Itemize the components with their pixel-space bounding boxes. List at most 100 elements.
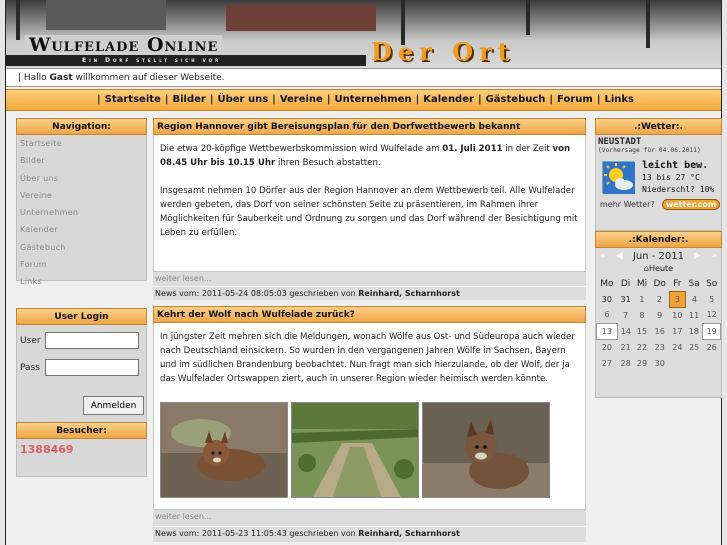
calendar-day[interactable]: 22: [634, 339, 650, 355]
read-more-link[interactable]: weiter lesen...: [153, 272, 586, 286]
photo-gallery: [160, 402, 579, 498]
prev-year-icon[interactable]: «: [600, 251, 606, 261]
calendar-month-bar: « ◀ Jun - 2011 ▶ »: [596, 248, 721, 264]
calendar-day[interactable]: 14: [617, 323, 634, 339]
sun-cloud-icon: [602, 161, 635, 194]
site-logo[interactable]: Wulfelade Online: [25, 35, 223, 55]
sidebar-item-unternehmen[interactable]: Unternehmen: [20, 208, 146, 225]
password-input[interactable]: [45, 359, 139, 376]
top-navigation: | Startseite | Bilder | Über uns | Vereine | Unte…: [6, 89, 721, 111]
calendar-day[interactable]: 30: [597, 291, 618, 307]
page-wrapper: Wulfelade Online Ein Dorf stellt sich vo…: [5, 0, 722, 545]
calendar-day[interactable]: 5: [703, 291, 721, 307]
next-month-icon[interactable]: ▶: [694, 251, 701, 261]
wetter-com-logo[interactable]: wetter.com: [662, 199, 720, 210]
article-title[interactable]: Region Hannover gibt Bereisungsplan für …: [153, 118, 586, 135]
calendar-month: Jun - 2011: [632, 250, 685, 262]
news-article: Kehrt der Wolf nach Wulfelade zurück? In…: [153, 306, 586, 542]
sidebar-item-startseite[interactable]: Startseite: [20, 139, 146, 156]
calendar-day[interactable]: 15: [634, 323, 650, 339]
calendar-day[interactable]: 28: [617, 355, 634, 371]
calendar-day[interactable]: 17: [669, 323, 685, 339]
calendar-day[interactable]: 20: [597, 339, 618, 355]
logo-secondary: Der Ort: [371, 37, 515, 66]
navigation-list: Startseite Bilder Über uns Vereine Unter…: [16, 135, 147, 286]
weather-forecast: leicht bew. 13 bis 27 °C Niederschl? 10%: [642, 160, 714, 196]
today-link[interactable]: ⌂Heute: [596, 264, 721, 276]
topnav-links[interactable]: Links: [604, 94, 634, 105]
house-silhouette: [46, 0, 166, 30]
topnav-forum[interactable]: Forum: [557, 94, 593, 105]
calendar-day[interactable]: 31: [617, 291, 634, 307]
weekday-header: Mo: [600, 279, 614, 289]
site-tagline: Ein Dorf stellt sich vor: [76, 56, 228, 65]
next-year-icon[interactable]: »: [711, 251, 717, 261]
calendar-day[interactable]: 18: [685, 323, 703, 339]
calendar-day[interactable]: 9: [650, 307, 669, 323]
pass-label: Pass: [20, 362, 40, 373]
topnav-bilder[interactable]: Bilder: [172, 94, 205, 105]
weekday-header: Di: [620, 279, 631, 289]
greeting-bar: | Hallo Gast willkommen auf dieser Webse…: [6, 68, 721, 87]
navigation-box: Navigation: Startseite Bilder Über uns V…: [16, 118, 147, 286]
sidebar-item-kalender[interactable]: Kalender: [20, 225, 146, 242]
sidebar-item-forum[interactable]: Forum: [20, 260, 146, 277]
calendar-day[interactable]: 12: [703, 307, 721, 323]
article-author: Reinhard, Scharnhorst: [358, 289, 460, 298]
sidebar-item-links[interactable]: Links: [20, 277, 146, 294]
weather-widget: NEUSTADT (Vorhersage für 04.06.2011) lei…: [595, 135, 722, 231]
login-button[interactable]: Anmelden: [83, 396, 144, 415]
calendar-day-event[interactable]: 13: [596, 322, 618, 340]
prev-month-icon[interactable]: ◀: [616, 251, 623, 261]
calendar-day[interactable]: 16: [650, 323, 669, 339]
sidebar-item-bilder[interactable]: Bilder: [20, 156, 146, 173]
read-more-link[interactable]: weiter lesen...: [153, 510, 586, 526]
calendar-day[interactable]: 29: [634, 355, 650, 371]
topnav-ueber-uns[interactable]: Über uns: [217, 94, 268, 105]
calendar-day-today[interactable]: 3: [668, 290, 686, 308]
calendar-day[interactable]: 4: [685, 291, 703, 307]
calendar-day[interactable]: 25: [685, 339, 703, 355]
tree-silhouette: [526, 0, 530, 35]
fox-pup-photo[interactable]: [422, 402, 550, 498]
tree-silhouette: [16, 0, 20, 40]
weather-temp: 13 bis 27 °C: [642, 173, 700, 182]
calendar-day[interactable]: 7: [617, 307, 634, 323]
weather-box: .:Wetter:. NEUSTADT (Vorhersage für 04.0…: [595, 118, 722, 231]
calendar-grid: Mo Di Mi Do Fr Sa So 30 31 1 2 3 4 5 6 7…: [596, 277, 721, 371]
weekday-header: Do: [653, 279, 666, 289]
calendar-widget: « ◀ Jun - 2011 ▶ » ⌂Heute Mo Di Mi Do Fr…: [595, 248, 722, 398]
topnav-kalender[interactable]: Kalender: [423, 94, 474, 105]
calendar-day: [669, 355, 685, 371]
wolf-track-photo[interactable]: [291, 402, 419, 498]
calendar-day[interactable]: 27: [597, 355, 618, 371]
topnav-startseite[interactable]: Startseite: [105, 94, 161, 105]
calendar-day[interactable]: 21: [617, 339, 634, 355]
article-meta: News vom: 2011-05-23 11:05:43 geschriebe…: [153, 526, 586, 542]
sidebar-item-ueber-uns[interactable]: Über uns: [20, 174, 146, 191]
sidebar-item-vereine[interactable]: Vereine: [20, 191, 146, 208]
calendar-day[interactable]: 26: [703, 339, 721, 355]
calendar-day: [703, 355, 721, 371]
wolf-pup-photo[interactable]: [160, 402, 288, 498]
article-author: Reinhard, Scharnhorst: [358, 529, 460, 538]
article-title[interactable]: Kehrt der Wolf nach Wulfelade zurück?: [153, 306, 586, 323]
calendar-day[interactable]: 10: [669, 307, 685, 323]
topnav-vereine[interactable]: Vereine: [280, 94, 323, 105]
calendar-day[interactable]: 11: [685, 307, 703, 323]
weekday-header: Sa: [688, 279, 700, 289]
username-input[interactable]: [45, 332, 139, 349]
more-weather-link[interactable]: mehr Wetter?: [600, 200, 655, 209]
calendar-day[interactable]: 8: [634, 307, 650, 323]
topnav-gaestebuch[interactable]: Gästebuch: [486, 94, 546, 105]
calendar-day[interactable]: 24: [669, 339, 685, 355]
calendar-day[interactable]: 23: [650, 339, 669, 355]
greeting-prefix: | Hallo: [18, 73, 50, 83]
topnav-unternehmen[interactable]: Unternehmen: [335, 94, 412, 105]
calendar-day[interactable]: 6: [597, 307, 618, 323]
sidebar-item-gaestebuch[interactable]: Gästebuch: [20, 243, 146, 260]
calendar-day-event[interactable]: 19: [702, 322, 721, 340]
calendar-day[interactable]: 2: [650, 291, 669, 307]
calendar-day[interactable]: 30: [650, 355, 669, 371]
calendar-day[interactable]: 1: [634, 291, 650, 307]
